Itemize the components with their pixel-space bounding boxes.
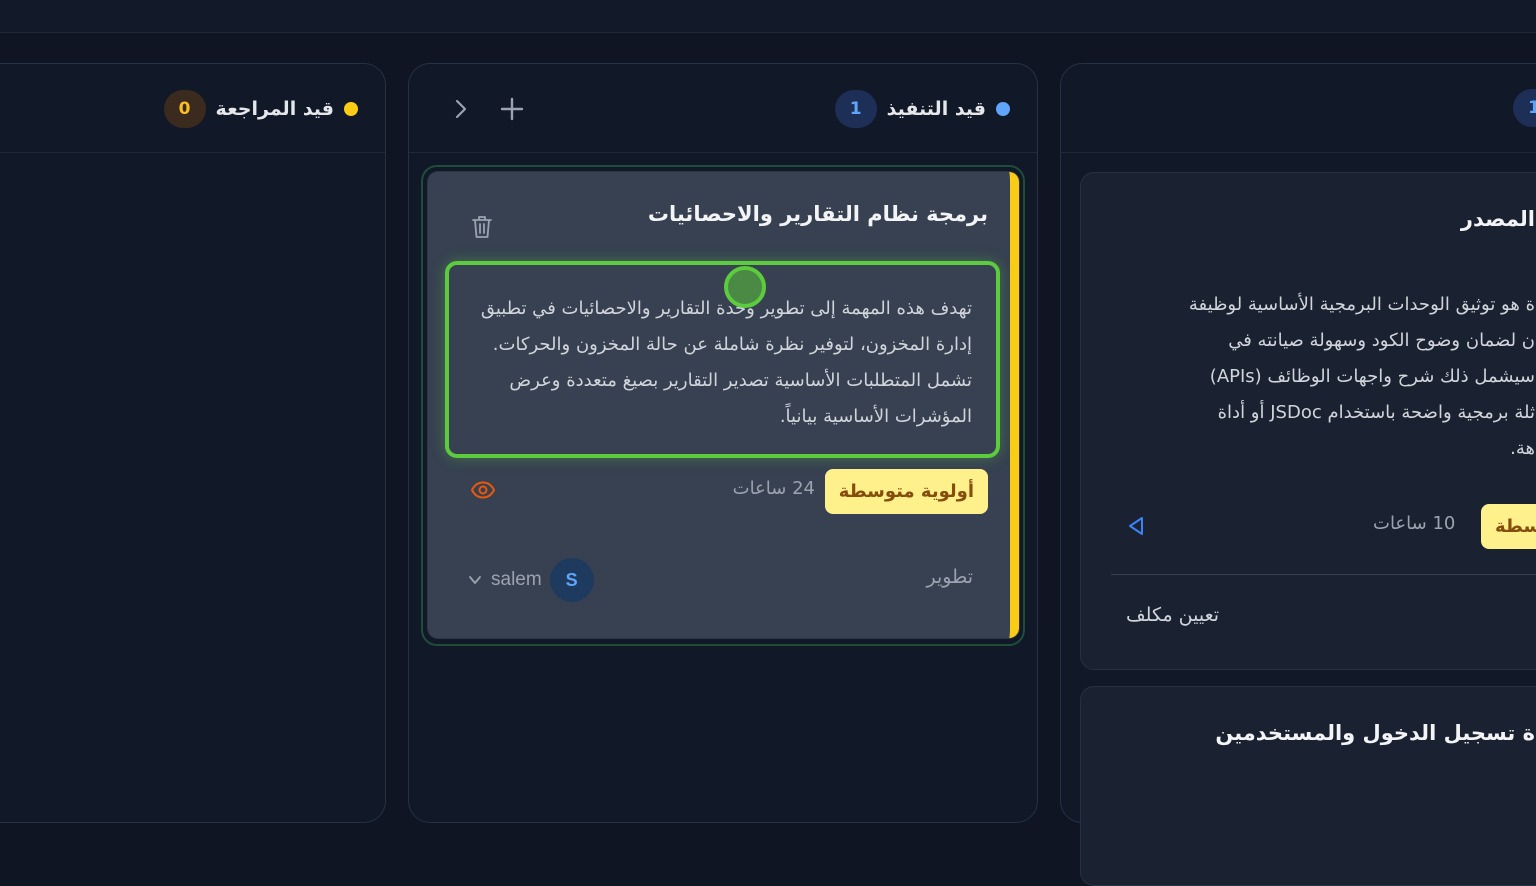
column-title-review: قيد المراجعة: [215, 97, 334, 120]
assignee-selector[interactable]: salem S: [467, 558, 594, 602]
column-header-review: قيد المراجعة 0: [0, 64, 385, 153]
view-details-button[interactable]: [470, 481, 496, 499]
assign-button[interactable]: تعيين مكلف: [1126, 604, 1219, 626]
status-dot-in-progress: [996, 101, 1010, 116]
task-description: تهدف هذه المهمة إلى تطوير وحدة التقارير …: [480, 298, 972, 427]
plus-icon: [500, 97, 524, 121]
priority-badge: أولوية متوسطة: [824, 469, 988, 514]
divider: [1111, 574, 1536, 575]
column-title-in-progress: قيد التنفيذ: [886, 97, 986, 120]
assignee-name: salem: [491, 569, 542, 590]
avatar: S: [549, 558, 594, 602]
add-task-button[interactable]: [497, 94, 527, 124]
task-card[interactable]: برمجة نظام التقارير والاحصائيات تهدف هذه…: [428, 172, 1019, 638]
count-badge-review: 0: [163, 89, 206, 128]
triangle-left-icon: [1129, 517, 1143, 535]
count-badge-in-progress: 1: [834, 89, 877, 128]
task-title-right-2: ة تسجيل الدخول والمستخدمين: [1215, 721, 1535, 745]
estimated-hours: 24 ساعات: [732, 478, 815, 499]
chevron-down-icon: [469, 576, 481, 584]
status-dot-review: [344, 101, 358, 116]
task-card-right-1[interactable]: المصدر ة هو توثيق الوحدات البرمجية الأسا…: [1080, 172, 1536, 670]
task-category: تطوير: [926, 566, 973, 588]
trash-icon: [472, 216, 492, 238]
cursor-indicator: [724, 266, 766, 308]
eye-icon: [470, 481, 496, 499]
chevron-right-icon[interactable]: [446, 94, 476, 124]
task-title-right-1: المصدر: [1460, 207, 1535, 231]
description-editor[interactable]: تهدف هذه المهمة إلى تطوير وحدة التقارير …: [445, 261, 1000, 458]
count-badge-right: 1: [1513, 89, 1536, 127]
expand-button-right-1[interactable]: [1127, 516, 1145, 536]
task-title: برمجة نظام التقارير والاحصائيات: [647, 202, 988, 226]
delete-task-button[interactable]: [471, 214, 493, 240]
top-bar: [0, 0, 1536, 33]
estimated-hours-right-1: 10 ساعات: [1373, 513, 1456, 534]
column-review: قيد المراجعة 0: [0, 63, 386, 823]
priority-badge-right-1: سطة: [1481, 504, 1536, 549]
task-description-right-1: ة هو توثيق الوحدات البرمجية الأساسية لوظ…: [1188, 294, 1535, 459]
column-header-right: 1: [1061, 64, 1536, 153]
task-card-right-2[interactable]: ة تسجيل الدخول والمستخدمين: [1080, 686, 1536, 886]
